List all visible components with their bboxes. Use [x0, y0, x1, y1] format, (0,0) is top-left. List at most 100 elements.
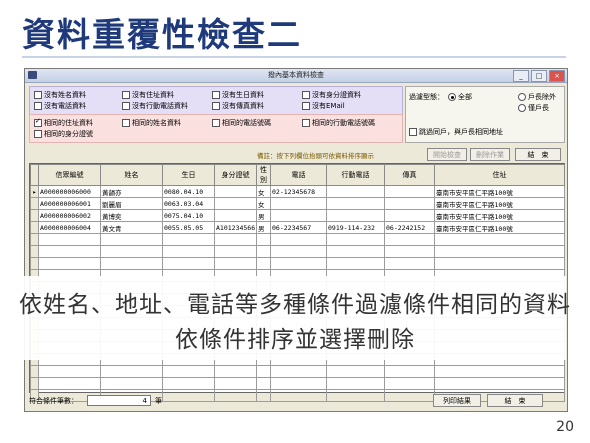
checkbox-label: 沒有身分證資料 [312, 91, 361, 99]
table-cell[interactable]: 男 [256, 209, 271, 222]
column-header[interactable]: 電話 [270, 164, 327, 186]
table-row[interactable]: A000000006002 黃博奕 0075.04.10 男 臺南市安平區仁平路100號 [30, 209, 565, 222]
filter-type-radio[interactable]: 僅戶長 [518, 103, 549, 113]
checkbox-label: 相同的行動電話號碼 [312, 119, 375, 127]
column-header[interactable]: 性別 [256, 164, 271, 186]
column-header[interactable]: 信眾編號 [38, 164, 101, 186]
radio-dot [448, 93, 456, 101]
table-cell[interactable] [214, 209, 257, 222]
close-button[interactable]: × [549, 70, 565, 82]
table-cell[interactable]: A000000006002 [38, 209, 101, 222]
table-cell[interactable]: 0080.04.10 [162, 185, 215, 198]
table-cell[interactable]: 06-2234567 [270, 221, 327, 234]
table-cell [326, 245, 385, 258]
same-filter-checkbox[interactable]: 相同的身分證號 [34, 129, 93, 139]
table-cell [270, 245, 327, 258]
table-cell[interactable] [326, 185, 385, 198]
table-cell[interactable]: 0063.03.04 [162, 197, 215, 210]
missing-filter-checkbox[interactable]: 沒有姓名資料 [34, 90, 86, 100]
column-header[interactable]: 姓名 [100, 164, 163, 186]
table-cell[interactable]: 臺南市安平區仁平路100號 [434, 197, 565, 210]
table-cell[interactable] [214, 197, 257, 210]
table-cell[interactable]: 男 [256, 221, 271, 234]
missing-filter-checkbox[interactable]: 沒有身分證資料 [302, 90, 361, 100]
missing-filter-checkbox[interactable]: 沒有行動電話資料 [122, 101, 188, 111]
table-cell[interactable]: 黃博奕 [100, 209, 163, 222]
filter-type-label: 過濾型態： [409, 93, 444, 101]
missing-filter-checkbox[interactable]: 沒有電話資料 [34, 101, 86, 111]
print-results-button[interactable]: 列印結果 [433, 394, 481, 407]
row-indicator [30, 221, 39, 234]
table-cell [162, 233, 215, 246]
table-cell [256, 377, 271, 390]
table-cell[interactable]: 女 [256, 185, 271, 198]
missing-filter-checkbox[interactable]: 沒有生日資料 [212, 90, 264, 100]
checkbox-label: 沒有生日資料 [222, 91, 264, 99]
same-filter-checkbox[interactable]: 相同的住址資料 [34, 117, 93, 128]
table-cell[interactable]: 女 [256, 197, 271, 210]
table-cell[interactable]: 0075.04.10 [162, 209, 215, 222]
title-divider [22, 56, 566, 58]
table-cell[interactable]: 臺南市安平區仁平路100號 [434, 185, 565, 198]
table-cell [256, 257, 271, 270]
end-bottom-button[interactable]: 結 束 [487, 394, 543, 407]
table-row[interactable]: A000000006004 黃文青 0055.05.05 A101234566 男 06-… [30, 221, 565, 234]
table-cell[interactable]: 0919-114-232 [326, 221, 385, 234]
checkbox-label: 沒有電話資料 [44, 102, 86, 110]
table-cell[interactable] [326, 197, 385, 210]
table-cell[interactable] [270, 209, 327, 222]
table-cell[interactable] [384, 197, 435, 210]
filter-type-radio[interactable]: 戶長除外 [518, 92, 556, 102]
table-cell [270, 233, 327, 246]
minimize-button[interactable]: _ [513, 70, 529, 82]
skip-household-checkbox[interactable]: 跳過同戶，與戶長相同地址 [409, 127, 503, 137]
table-cell[interactable]: 06-2242152 [384, 221, 435, 234]
table-cell[interactable]: 臺南市安平區仁平路100號 [434, 209, 565, 222]
column-header[interactable]: 住址 [434, 164, 565, 186]
missing-filter-checkbox[interactable]: 沒有EMail [302, 101, 345, 111]
caption-line-1: 依姓名、地址、電話等多種條件過濾條件相同的資料 [19, 292, 571, 318]
table-cell[interactable] [270, 197, 327, 210]
table-cell [38, 365, 101, 378]
table-cell[interactable]: A000000006000 [38, 185, 101, 198]
table-cell [30, 257, 39, 270]
count-label: 符合條件筆數： [29, 397, 78, 405]
same-filter-checkbox[interactable]: 相同的姓名資料 [122, 118, 181, 128]
column-header[interactable]: 傳真 [384, 164, 435, 186]
column-header[interactable]: 生日 [162, 164, 215, 186]
checkbox-box [34, 117, 42, 127]
column-header[interactable]: 行動電話 [326, 164, 385, 186]
table-cell [434, 257, 565, 270]
table-cell [162, 257, 215, 270]
table-cell[interactable]: 02-12345678 [270, 185, 327, 198]
table-cell[interactable] [326, 209, 385, 222]
app-window: 撥內基本資料檢查 _ □ × 沒有姓名資料 沒有住址資料 沒有生日資料 沒有身分證資料… [24, 68, 568, 412]
table-cell[interactable] [384, 185, 435, 198]
filter-type-radio[interactable]: 全部 [448, 92, 472, 102]
table-cell[interactable] [384, 209, 435, 222]
table-cell[interactable]: A000000006004 [38, 221, 101, 234]
table-cell[interactable]: 臺南市安平區仁平路100號 [434, 221, 565, 234]
column-header[interactable]: 身分證號 [214, 164, 257, 186]
start-check-button[interactable]: 開始檢查 [427, 148, 467, 161]
missing-filter-checkbox[interactable]: 沒有傳真資料 [212, 101, 264, 111]
table-cell[interactable]: A101234566 [214, 221, 257, 234]
sort-hint: 備註：按下列欄位抬頭可依資料排序顯示 [257, 152, 374, 160]
table-row[interactable]: A000000006001 劉麗眉 0063.03.04 女 臺南市安平區仁平路100號 [30, 197, 565, 210]
status-bar: 符合條件筆數： 4 筆 列印結果 結 束 [29, 394, 563, 408]
checkbox-box [34, 91, 42, 99]
table-row[interactable]: ▸ A000000006000 黃韻亦 0080.04.10 女 02-12345678 臺… [30, 185, 565, 198]
table-cell[interactable]: 劉麗眉 [100, 197, 163, 210]
end-button[interactable]: 結 束 [515, 148, 561, 161]
maximize-button[interactable]: □ [531, 70, 547, 82]
table-cell[interactable]: 黃文青 [100, 221, 163, 234]
table-cell[interactable] [214, 185, 257, 198]
table-cell [434, 377, 565, 390]
table-cell[interactable]: 黃韻亦 [100, 185, 163, 198]
delete-button[interactable]: 刪除作業 [470, 148, 510, 161]
table-cell[interactable]: A000000006001 [38, 197, 101, 210]
same-filter-checkbox[interactable]: 相同的電話號碼 [212, 118, 271, 128]
same-filter-checkbox[interactable]: 相同的行動電話號碼 [302, 118, 375, 128]
table-cell[interactable]: 0055.05.05 [162, 221, 215, 234]
missing-filter-checkbox[interactable]: 沒有住址資料 [122, 90, 174, 100]
